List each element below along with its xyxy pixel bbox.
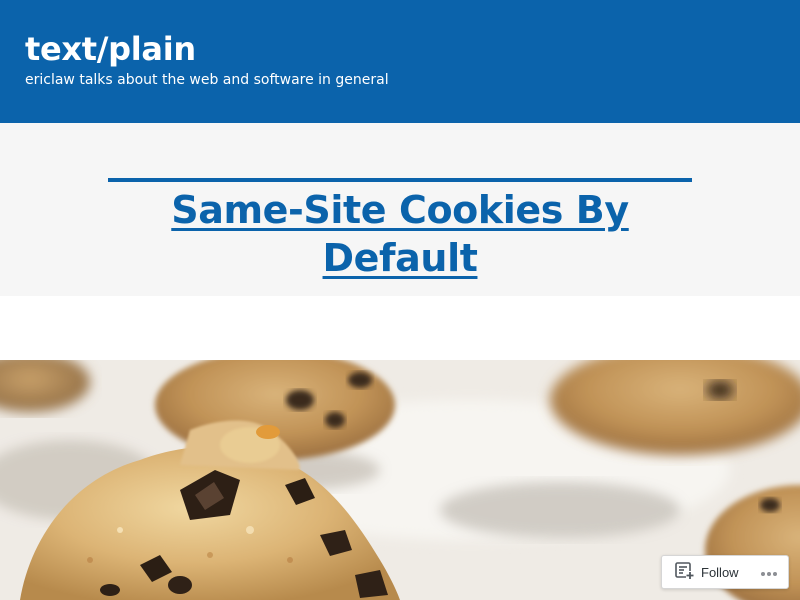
post-title-container: Same-Site Cookies By Default — [108, 178, 692, 282]
post-title: Same-Site Cookies By Default — [108, 182, 692, 282]
site-title-link[interactable]: text/plain — [25, 30, 196, 68]
post-title-link[interactable]: Same-Site Cookies By Default — [171, 188, 629, 280]
follow-widget: Follow — [661, 555, 789, 589]
content-spacer — [0, 296, 800, 360]
ellipsis-icon — [760, 565, 778, 580]
site-header: text/plain ericlaw talks about the web a… — [0, 0, 800, 123]
site-description: ericlaw talks about the web and software… — [25, 72, 389, 88]
reader-follow-icon — [675, 561, 695, 583]
follow-label: Follow — [701, 564, 739, 580]
more-options-button[interactable] — [760, 556, 778, 588]
post-title-band: Same-Site Cookies By Default — [0, 123, 800, 296]
follow-button[interactable]: Follow — [662, 556, 739, 588]
site-title: text/plain — [25, 28, 800, 70]
